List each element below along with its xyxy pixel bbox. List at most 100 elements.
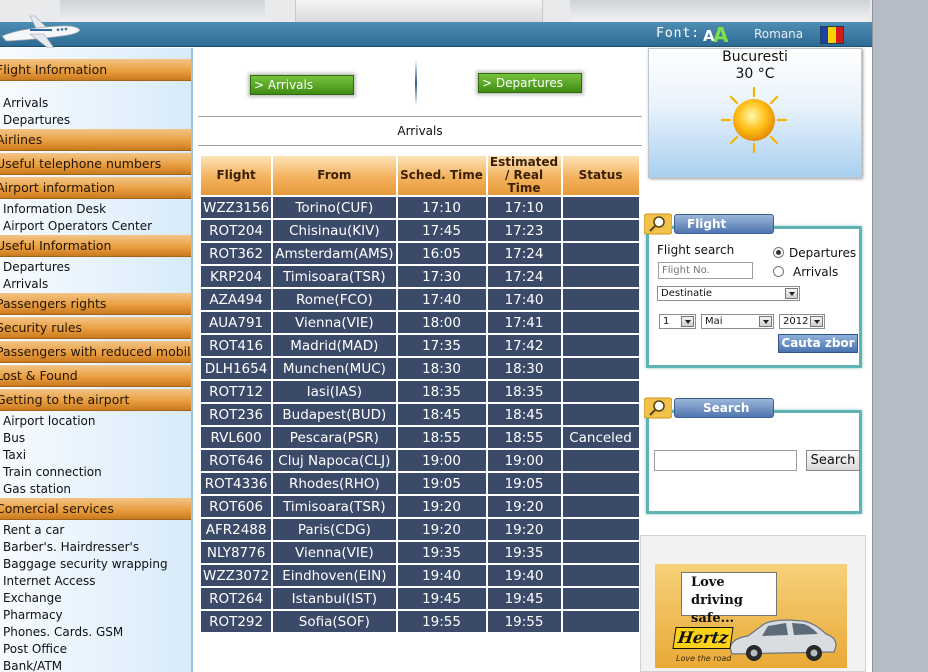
search-flight-button[interactable]: Cauta zbor bbox=[778, 334, 858, 353]
tab-divider bbox=[415, 60, 417, 106]
cell-sched-time: 18:35 bbox=[397, 381, 486, 402]
sidebar-section-telephone-numbers[interactable]: Useful telephone numbers bbox=[0, 153, 191, 175]
flight-search-tab[interactable]: Flight search bbox=[674, 214, 774, 249]
ad-headline-line1: Love bbox=[691, 575, 725, 590]
column-header-flight[interactable]: Flight bbox=[201, 156, 272, 195]
sidebar-nav: Flight Information Arrivals Departures A… bbox=[0, 48, 193, 672]
font-size-label: Font: bbox=[656, 26, 701, 41]
hertz-logo[interactable]: Hertz bbox=[672, 627, 734, 649]
sidebar-section-flight-information[interactable]: Flight Information bbox=[0, 59, 191, 81]
language-link-romana[interactable]: Romana bbox=[754, 27, 803, 41]
table-row: AZA494 Rome(FCO) 17:40 17:40 bbox=[201, 289, 639, 310]
flight-number-input[interactable] bbox=[658, 262, 753, 279]
column-header-status[interactable]: Status bbox=[562, 156, 639, 195]
table-row: DLH1654 Munchen(MUC) 18:30 18:30 bbox=[201, 358, 639, 379]
tab-departures[interactable]: > Departures bbox=[478, 73, 582, 93]
sidebar-item-exchange[interactable]: Exchange bbox=[3, 591, 62, 605]
sun-icon bbox=[720, 86, 788, 154]
sidebar-item-airport-operators-center[interactable]: Airport Operators Center bbox=[3, 219, 152, 233]
sidebar-item-baggage-wrapping[interactable]: Baggage security wrapping bbox=[3, 557, 168, 571]
weather-widget: Bucuresti 30 °C bbox=[648, 48, 862, 178]
sidebar-section-passengers-rights[interactable]: Passengers rights bbox=[0, 293, 191, 315]
month-select[interactable]: Mai bbox=[701, 314, 774, 329]
cell-from: Budapest(BUD) bbox=[273, 404, 396, 425]
romania-flag-icon[interactable] bbox=[820, 26, 844, 44]
cell-status bbox=[562, 197, 639, 218]
sidebar-item-barbers[interactable]: Barber's. Hairdresser's bbox=[3, 540, 139, 554]
cell-real-time: 19:35 bbox=[487, 542, 561, 563]
cell-flight: KRP204 bbox=[201, 266, 272, 287]
magnifier-icon bbox=[644, 397, 672, 419]
sidebar-item-useful-arrivals[interactable]: Arrivals bbox=[3, 277, 48, 291]
sidebar-section-lost-and-found[interactable]: Lost & Found bbox=[0, 365, 191, 387]
cell-status bbox=[562, 312, 639, 333]
cell-real-time: 18:45 bbox=[487, 404, 561, 425]
cell-flight: ROT236 bbox=[201, 404, 272, 425]
sidebar-item-airport-location[interactable]: Airport location bbox=[3, 414, 96, 428]
sidebar-item-useful-departures[interactable]: Departures bbox=[3, 260, 70, 274]
column-header-from[interactable]: From bbox=[273, 156, 396, 195]
chevron-down-icon[interactable] bbox=[759, 316, 772, 327]
sidebar-section-airport-information[interactable]: Airport information bbox=[0, 177, 191, 199]
cell-from: Pescara(PSR) bbox=[273, 427, 396, 448]
cell-status bbox=[562, 381, 639, 402]
day-select[interactable]: 1 bbox=[659, 314, 696, 329]
arrivals-table: Flight From Sched. Time Estimated / Real… bbox=[199, 154, 641, 634]
sidebar-item-post-office[interactable]: Post Office bbox=[3, 642, 67, 656]
cell-flight: ROT204 bbox=[201, 220, 272, 241]
cell-real-time: 17:24 bbox=[487, 266, 561, 287]
cell-real-time: 19:55 bbox=[487, 611, 561, 632]
chevron-down-icon[interactable] bbox=[681, 316, 694, 327]
sidebar-item-departures[interactable]: Departures bbox=[3, 113, 70, 127]
sidebar-item-bank-atm[interactable]: Bank/ATM bbox=[3, 659, 62, 672]
cell-status bbox=[562, 519, 639, 540]
destination-select[interactable]: Destinatie bbox=[657, 286, 800, 301]
sidebar-item-rent-a-car[interactable]: Rent a car bbox=[3, 523, 64, 537]
table-row: RVL600 Pescara(PSR) 18:55 18:55 Canceled bbox=[201, 427, 639, 448]
radio-departures-label[interactable]: Departures bbox=[789, 246, 856, 260]
year-select[interactable]: 2012 bbox=[779, 314, 825, 329]
sidebar-section-airlines[interactable]: Airlines bbox=[0, 129, 191, 151]
sidebar-item-internet-access[interactable]: Internet Access bbox=[3, 574, 96, 588]
sidebar-section-comercial-services[interactable]: Comercial services bbox=[0, 498, 191, 520]
cell-flight: AZA494 bbox=[201, 289, 272, 310]
sidebar-item-gas-station[interactable]: Gas station bbox=[3, 482, 71, 496]
column-header-real-time[interactable]: Estimated / Real Time bbox=[487, 156, 561, 195]
cell-real-time: 17:41 bbox=[487, 312, 561, 333]
cell-real-time: 19:00 bbox=[487, 450, 561, 471]
airplane-logo-icon[interactable] bbox=[0, 14, 82, 50]
cell-from: Amsterdam(AMS) bbox=[273, 243, 396, 264]
sidebar-section-useful-information[interactable]: Useful Information bbox=[0, 235, 191, 257]
table-row: ROT416 Madrid(MAD) 17:35 17:42 bbox=[201, 335, 639, 356]
cell-flight: ROT416 bbox=[201, 335, 272, 356]
cell-sched-time: 18:55 bbox=[397, 427, 486, 448]
cell-status bbox=[562, 611, 639, 632]
search-input[interactable] bbox=[654, 450, 797, 471]
radio-arrivals-label[interactable]: Arrivals bbox=[793, 265, 838, 279]
cell-status bbox=[562, 565, 639, 586]
sidebar-section-reduced-mobility[interactable]: Passengers with reduced mobility bbox=[0, 341, 191, 363]
radio-departures[interactable] bbox=[773, 247, 784, 258]
sidebar-item-bus[interactable]: Bus bbox=[3, 431, 25, 445]
search-tab[interactable]: Search bbox=[674, 398, 774, 418]
sidebar-item-pharmacy[interactable]: Pharmacy bbox=[3, 608, 63, 622]
sidebar-item-information-desk[interactable]: Information Desk bbox=[3, 202, 106, 216]
sidebar-item-taxi[interactable]: Taxi bbox=[3, 448, 26, 462]
radio-arrivals[interactable] bbox=[773, 266, 784, 277]
chevron-down-icon[interactable] bbox=[785, 288, 798, 299]
search-button[interactable]: Search bbox=[806, 450, 860, 471]
cell-status bbox=[562, 588, 639, 609]
sidebar-item-arrivals[interactable]: Arrivals bbox=[3, 96, 48, 110]
chevron-down-icon[interactable] bbox=[810, 316, 823, 327]
cell-flight: ROT292 bbox=[201, 611, 272, 632]
tab-arrivals[interactable]: > Arrivals bbox=[250, 75, 354, 95]
font-increase-button[interactable]: A bbox=[713, 23, 728, 47]
sidebar-section-getting-to-airport[interactable]: Getting to the airport bbox=[0, 389, 191, 411]
sidebar-section-security-rules[interactable]: Security rules bbox=[0, 317, 191, 339]
table-row: AUA791 Vienna(VIE) 18:00 17:41 bbox=[201, 312, 639, 333]
header-bar bbox=[0, 22, 872, 47]
column-header-sched-time[interactable]: Sched. Time bbox=[397, 156, 486, 195]
sidebar-item-phones-cards-gsm[interactable]: Phones. Cards. GSM bbox=[3, 625, 123, 639]
year-select-value: 2012 bbox=[783, 316, 809, 327]
sidebar-item-train-connection[interactable]: Train connection bbox=[3, 465, 102, 479]
